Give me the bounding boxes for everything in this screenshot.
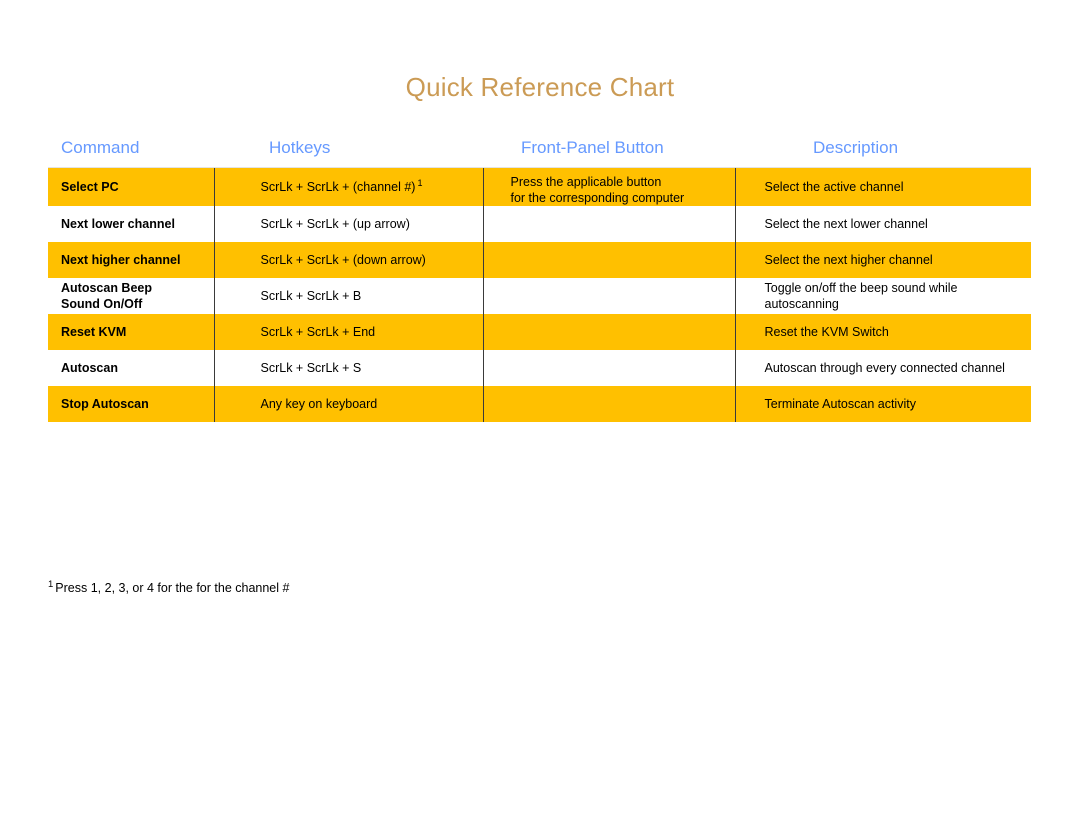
column-header-hotkeys: Hotkeys bbox=[214, 138, 483, 168]
cell-command: Autoscan Beep Sound On/Off bbox=[48, 278, 215, 314]
cell-description: Toggle on/off the beep sound while autosc… bbox=[735, 278, 1031, 314]
quick-reference-table: Command Hotkeys Front-Panel Button Descr… bbox=[48, 138, 1031, 422]
cell-hotkeys: ScrLk + ScrLk + End bbox=[214, 314, 484, 350]
cell-front-panel: Press the applicable button for the corre… bbox=[483, 167, 736, 206]
cell-command: Select PC bbox=[48, 167, 215, 206]
cell-hotkeys-text: ScrLk + ScrLk + (channel #) bbox=[260, 180, 416, 194]
cell-command-line-1: Autoscan Beep bbox=[61, 281, 152, 295]
cell-front-panel bbox=[483, 350, 736, 386]
cell-description: Terminate Autoscan activity bbox=[735, 386, 1031, 422]
cell-hotkeys: ScrLk + ScrLk + (up arrow) bbox=[214, 206, 484, 242]
column-header-command: Command bbox=[48, 138, 214, 168]
cell-command-text: Stop Autoscan bbox=[61, 397, 149, 411]
footnote: 1 Press 1, 2, 3, or 4 for the for the cha… bbox=[48, 580, 289, 596]
cell-command: Stop Autoscan bbox=[48, 386, 215, 422]
cell-front-panel bbox=[483, 206, 736, 242]
reference-table-container: Command Hotkeys Front-Panel Button Descr… bbox=[48, 138, 1031, 422]
column-header-description: Description bbox=[735, 138, 1031, 168]
cell-command: Next lower channel bbox=[48, 206, 215, 242]
table-row: Next lower channel ScrLk + ScrLk + (up ar… bbox=[48, 206, 1031, 242]
cell-description-line-1: Terminate Autoscan activity bbox=[764, 397, 916, 411]
cell-command-text: Next lower channel bbox=[61, 217, 175, 231]
table-header-row: Command Hotkeys Front-Panel Button Descr… bbox=[48, 138, 1031, 168]
cell-hotkeys: Any key on keyboard bbox=[214, 386, 484, 422]
cell-command: Next higher channel bbox=[48, 242, 215, 278]
cell-description-line-1: Select the active channel bbox=[764, 180, 904, 194]
cell-front-panel bbox=[483, 386, 736, 422]
cell-description-line-1: Select the next lower channel bbox=[764, 217, 928, 231]
cell-hotkeys-text: ScrLk + ScrLk + (up arrow) bbox=[260, 217, 410, 231]
cell-command-text: Next higher channel bbox=[61, 253, 181, 267]
cell-hotkeys-superscript: 1 bbox=[417, 177, 423, 188]
cell-hotkeys-text: ScrLk + ScrLk + End bbox=[260, 325, 376, 339]
table-row: Autoscan ScrLk + ScrLk + S Autoscan throug… bbox=[48, 350, 1031, 386]
cell-hotkeys: ScrLk + ScrLk + B bbox=[214, 278, 484, 314]
cell-hotkeys-text: ScrLk + ScrLk + B bbox=[260, 289, 362, 303]
cell-description: Select the next lower channel bbox=[735, 206, 1031, 242]
table-row: Autoscan Beep Sound On/Off ScrLk + ScrLk +… bbox=[48, 278, 1031, 314]
table-row: Reset KVM ScrLk + ScrLk + End Reset the KV… bbox=[48, 314, 1031, 350]
cell-front-panel bbox=[483, 278, 736, 314]
footnote-text: Press 1, 2, 3, or 4 for the for the chan… bbox=[55, 581, 290, 595]
cell-hotkeys: ScrLk + ScrLk + S bbox=[214, 350, 484, 386]
cell-description-line-1: Autoscan through every connected channel bbox=[764, 361, 1005, 375]
cell-hotkeys-text: Any key on keyboard bbox=[260, 397, 378, 411]
table-row: Next higher channel ScrLk + ScrLk + (down… bbox=[48, 242, 1031, 278]
cell-hotkeys: ScrLk + ScrLk + (down arrow) bbox=[214, 242, 484, 278]
table-row: Select PC ScrLk + ScrLk + (channel #) 1 Pre… bbox=[48, 167, 1031, 206]
cell-description: Autoscan through every connected channel bbox=[735, 350, 1031, 386]
cell-command: Autoscan bbox=[48, 350, 215, 386]
cell-description: Select the active channel bbox=[735, 167, 1031, 206]
cell-command-text: Select PC bbox=[61, 180, 119, 194]
cell-command-text: Autoscan bbox=[61, 361, 118, 375]
cell-description: Select the next higher channel bbox=[735, 242, 1031, 278]
cell-front-panel-line-2: for the corresponding computer bbox=[510, 191, 685, 205]
cell-command-text: Reset KVM bbox=[61, 325, 127, 339]
cell-front-panel bbox=[483, 314, 736, 350]
cell-command-line-2: Sound On/Off bbox=[61, 297, 143, 311]
column-header-front-panel: Front-Panel Button bbox=[483, 138, 735, 168]
table-row: Stop Autoscan Any key on keyboard Terminat… bbox=[48, 386, 1031, 422]
table-header: Command Hotkeys Front-Panel Button Descr… bbox=[48, 138, 1031, 168]
cell-front-panel bbox=[483, 242, 736, 278]
table-body: Select PC ScrLk + ScrLk + (channel #) 1 Pre… bbox=[48, 167, 1031, 422]
cell-hotkeys-text: ScrLk + ScrLk + (down arrow) bbox=[260, 253, 426, 267]
quick-reference-chart-page: Quick Reference Chart Command Hotkeys Fr… bbox=[0, 0, 1080, 834]
cell-hotkeys: ScrLk + ScrLk + (channel #) 1 bbox=[214, 167, 484, 206]
cell-command: Reset KVM bbox=[48, 314, 215, 350]
cell-front-panel-line-1: Press the applicable button bbox=[510, 175, 662, 189]
cell-hotkeys-text: ScrLk + ScrLk + S bbox=[260, 361, 362, 375]
cell-description-line-2: autoscanning bbox=[764, 297, 839, 311]
cell-description: Reset the KVM Switch bbox=[735, 314, 1031, 350]
cell-description-line-1: Toggle on/off the beep sound while bbox=[764, 281, 958, 295]
page-title: Quick Reference Chart bbox=[405, 72, 675, 102]
cell-description-line-1: Reset the KVM Switch bbox=[764, 325, 889, 339]
cell-description-line-1: Select the next higher channel bbox=[764, 253, 933, 267]
